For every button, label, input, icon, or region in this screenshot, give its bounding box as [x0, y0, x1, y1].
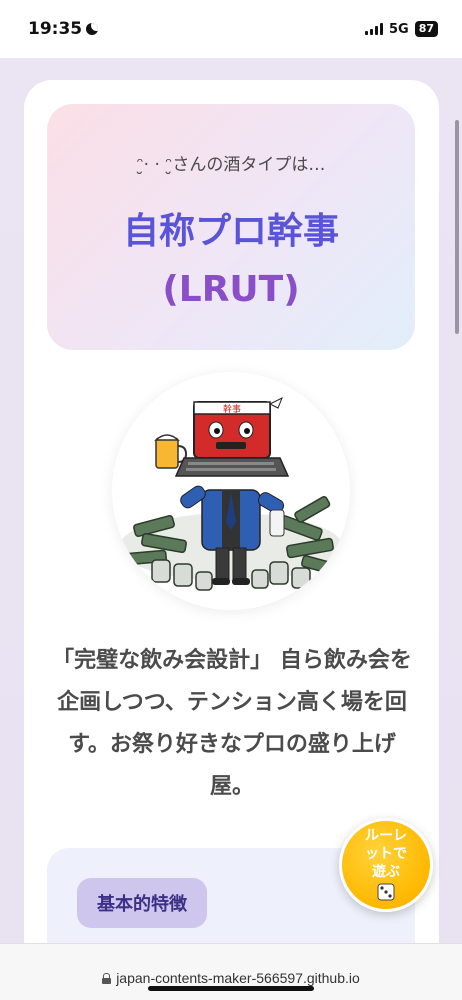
home-indicator[interactable]	[148, 986, 314, 991]
scrollbar[interactable]	[455, 120, 459, 334]
result-header: ᵔ̮· · ᵔ̮さんの酒タイプは… 自称プロ幹事 (LRUT)	[47, 104, 415, 350]
url-text: japan-contents-maker-566597.github.io	[116, 970, 360, 986]
result-card: ᵔ̮· · ᵔ̮さんの酒タイプは… 自称プロ幹事 (LRUT) 幹事 「完璧な飲…	[24, 80, 439, 943]
result-code: (LRUT)	[162, 269, 300, 310]
roulette-label-line1: ルーレ	[365, 828, 407, 844]
clock: 19:35	[28, 19, 99, 39]
roulette-label-line3: 遊ぶ	[372, 864, 400, 880]
page-content[interactable]: ᵔ̮· · ᵔ̮さんの酒タイプは… 自称プロ幹事 (LRUT) 幹事 「完璧な飲…	[0, 58, 462, 943]
moon-icon	[86, 23, 99, 35]
type-description: 「完璧な飲み会設計」 自ら飲み会を企画しつつ、テンション高く場を回す。お祭り好き…	[52, 648, 412, 799]
result-subtitle: ᵔ̮· · ᵔ̮さんの酒タイプは…	[136, 155, 326, 175]
headband-text: 幹事	[223, 403, 241, 415]
status-indicators: 5G 87	[364, 21, 438, 37]
browser-address-bar[interactable]: japan-contents-maker-566597.github.io	[0, 943, 462, 1000]
laptop-head: 幹事	[174, 396, 290, 477]
network-type: 5G	[388, 21, 409, 37]
status-bar: 19:35 5G 87	[0, 0, 462, 58]
signal-icon	[364, 23, 383, 35]
scroll-icon	[269, 509, 285, 537]
character-image: 幹事	[112, 372, 350, 610]
lock-icon	[102, 972, 112, 984]
roulette-label-line2: ットで	[365, 846, 407, 862]
result-title: 自称プロ幹事	[122, 211, 339, 252]
roulette-button[interactable]: ルーレ ットで 遊ぶ	[339, 818, 433, 912]
battery-icon: 87	[414, 21, 438, 37]
character-illustration: 幹事	[119, 396, 343, 591]
time-text: 19:35	[28, 19, 83, 39]
url-display[interactable]: japan-contents-maker-566597.github.io	[102, 956, 360, 1000]
features-tag: 基本的特徴	[77, 878, 207, 928]
dice-icon	[377, 883, 395, 906]
